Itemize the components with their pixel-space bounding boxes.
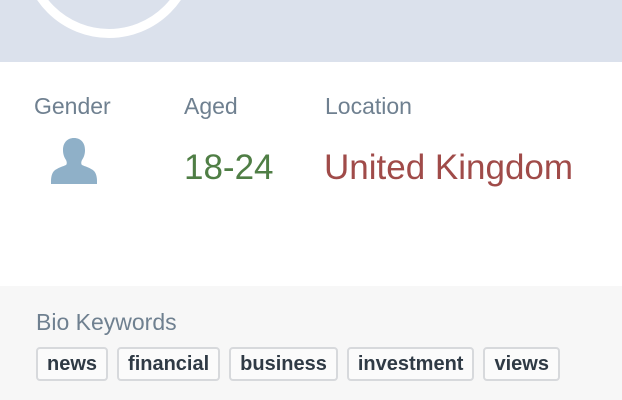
keyword-tag[interactable]: investment [346,347,475,381]
keyword-tag[interactable]: news [36,347,109,381]
gender-label: Gender [34,93,111,119]
bio-keywords-section: Bio Keywords news financial business inv… [0,286,622,400]
avatar [22,0,196,38]
keyword-tag[interactable]: business [229,347,338,381]
keyword-tag[interactable]: financial [117,347,221,381]
keyword-tag-list: news financial business investment views [36,347,560,381]
demographics-row: Gender Aged Location 18-24 United Kingdo… [0,62,622,286]
location-label: Location [325,93,412,119]
aged-value: 18-24 [184,148,274,187]
location-value: United Kingdom [324,148,574,187]
profile-banner [0,0,622,62]
profile-demographics-panel: Gender Aged Location 18-24 United Kingdo… [0,0,622,400]
person-silhouette-icon [50,136,98,186]
bio-keywords-title: Bio Keywords [36,309,177,335]
aged-label: Aged [184,93,238,119]
keyword-tag[interactable]: views [483,347,560,381]
